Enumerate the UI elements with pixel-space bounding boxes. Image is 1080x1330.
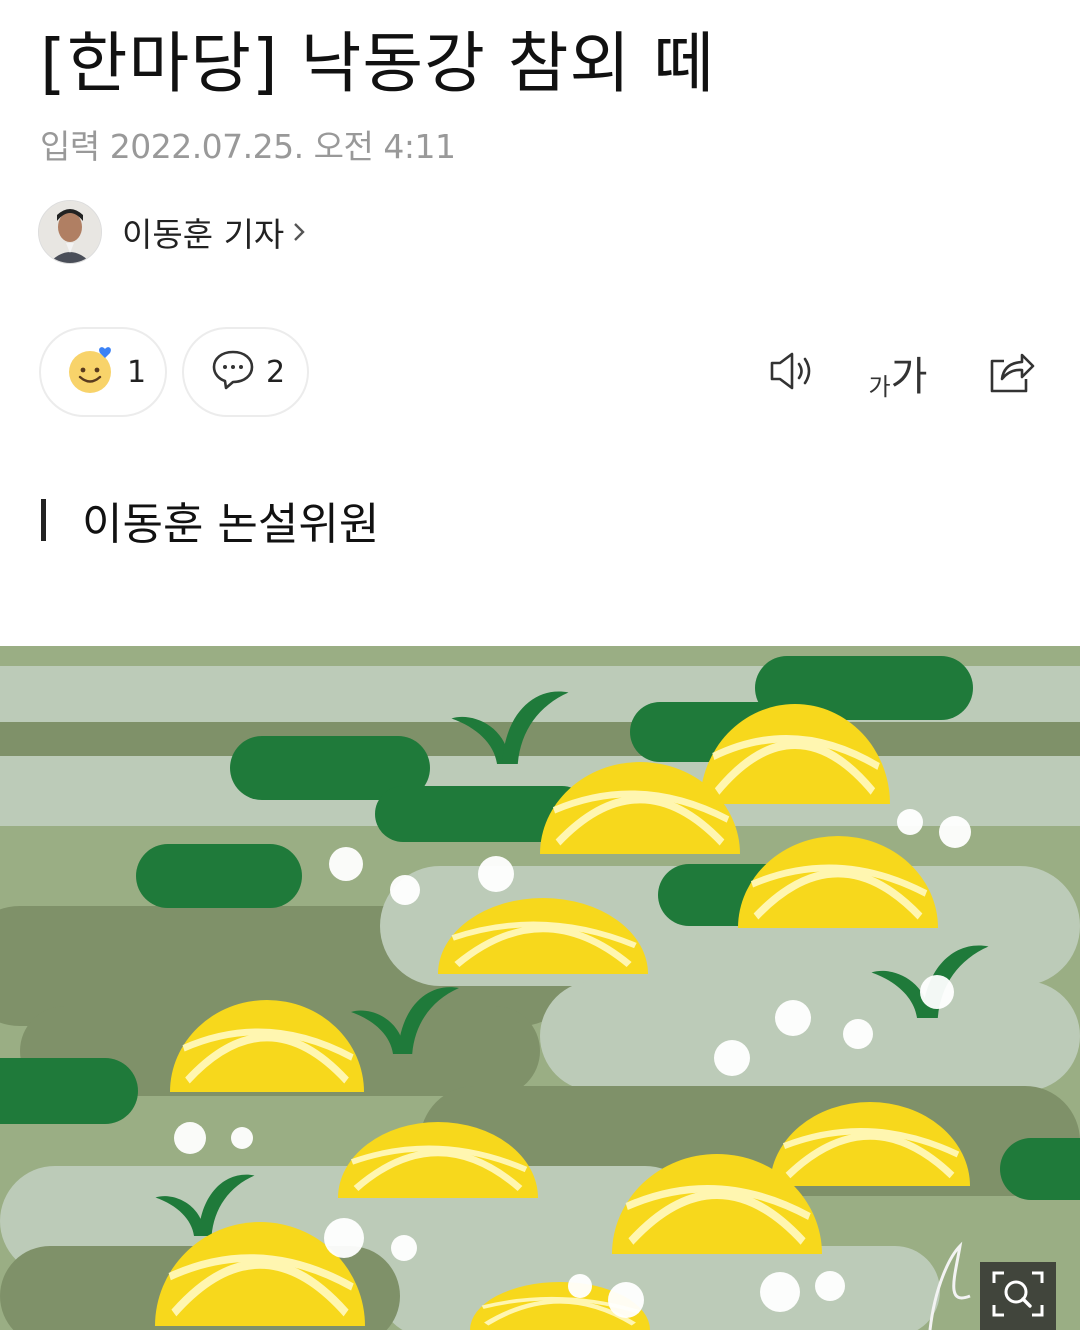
share-icon xyxy=(984,347,1036,399)
font-big-glyph: 가 xyxy=(890,354,928,400)
like-reaction-button[interactable]: 1 xyxy=(39,327,167,417)
font-size-icon: 가 가 xyxy=(869,344,928,402)
font-size-button[interactable]: 가 가 xyxy=(868,345,928,401)
share-button[interactable] xyxy=(980,345,1040,401)
image-zoom-button[interactable] xyxy=(980,1262,1056,1330)
comment-count: 2 xyxy=(266,354,286,390)
speaker-icon xyxy=(766,349,818,397)
zoom-icon xyxy=(990,1269,1046,1323)
publish-date: 입력 2022.07.25. 오전 4:11 xyxy=(40,127,456,166)
smile-reaction-icon xyxy=(67,345,117,399)
font-small-glyph: 가 xyxy=(868,373,891,401)
like-count: 1 xyxy=(127,354,147,390)
comment-icon xyxy=(210,348,256,396)
comment-button[interactable]: 2 xyxy=(182,327,309,417)
article-title: [한마당] 낙동강 참외 떼 xyxy=(40,25,715,102)
chevron-right-icon xyxy=(292,220,306,244)
section-bar xyxy=(41,499,46,541)
article-illustration[interactable] xyxy=(0,646,1080,1330)
section-label: 이동훈 논설위원 xyxy=(82,499,380,550)
section-heading: 이동훈 논설위원 xyxy=(41,492,379,550)
author-byline[interactable]: 이동훈 기자 xyxy=(38,200,306,264)
avatar xyxy=(38,200,102,264)
author-name[interactable]: 이동훈 기자 xyxy=(122,208,284,256)
listen-button[interactable] xyxy=(762,345,822,401)
